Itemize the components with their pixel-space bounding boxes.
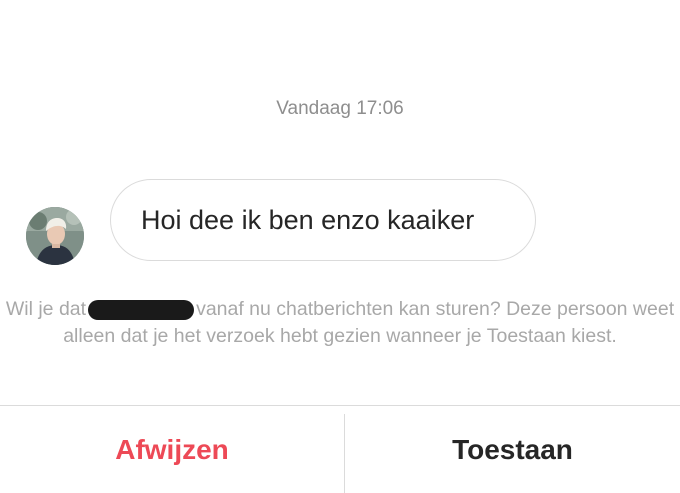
message-bubble[interactable]: Hoi dee ik ben enzo kaaiker [110, 179, 536, 261]
sender-avatar[interactable] [26, 207, 84, 265]
profile-photo-image [26, 207, 84, 265]
message-timestamp: Vandaag 17:06 [276, 98, 404, 119]
request-text-start: Wil je dat [5, 298, 87, 320]
accept-button[interactable]: Toestaan [345, 406, 680, 493]
message-text: Hoi dee ik ben enzo kaaiker [141, 204, 475, 235]
redacted-username [88, 300, 195, 320]
decline-button[interactable]: Afwijzen [0, 406, 344, 493]
message-request-notice: Wil je dat vanaf nu chatberichten kan stu… [0, 296, 680, 350]
